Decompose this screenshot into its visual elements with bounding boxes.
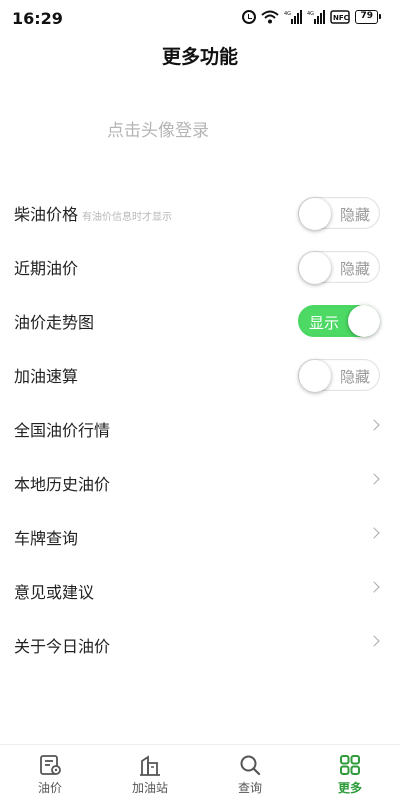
login-prompt[interactable]: 点击头像登录: [0, 116, 316, 141]
nav-row-local-history[interactable]: 本地历史油价: [0, 456, 400, 510]
nfc-icon: NFC: [330, 10, 351, 24]
setting-row-recent-price: 近期油价 隐藏: [0, 240, 400, 294]
tab-label: 更多: [337, 781, 362, 795]
setting-row-diesel-price: 柴油价格 有油价信息时才显示 隐藏: [0, 186, 400, 240]
toggle-state-label: 隐藏: [339, 368, 370, 386]
setting-row-price-trend: 油价走势图 显示: [0, 294, 400, 348]
page-title: 更多功能: [161, 46, 238, 68]
chevron-right-icon: [368, 419, 380, 431]
settings-list: 柴油价格 有油价信息时才显示 隐藏 近期油价 隐藏 油价走势图 显示 加油速算 隐…: [0, 186, 400, 672]
status-icons: 4G 4G NFC 79: [242, 10, 381, 24]
toggle-state-label: 隐藏: [339, 260, 370, 278]
toggle-knob: [299, 198, 331, 230]
status-bar: 16:29 4G 4G NFC 79: [0, 0, 400, 36]
cell-signal-2-icon: 4G: [307, 10, 326, 24]
tab-search[interactable]: 查询: [200, 745, 300, 800]
signal-2-text: 4G: [307, 11, 314, 17]
nfc-text: NFC: [333, 14, 349, 22]
national-price-label: 全国油价行情: [14, 421, 111, 440]
grid-more-icon: [340, 755, 360, 775]
chevron-right-icon: [368, 527, 380, 539]
login-area[interactable]: 点击头像登录: [0, 90, 400, 170]
nav-row-feedback[interactable]: 意见或建议: [0, 564, 400, 618]
nav-row-about[interactable]: 关于今日油价: [0, 618, 400, 672]
gas-station-icon: [140, 755, 160, 776]
price-trend-toggle[interactable]: 显示: [298, 305, 380, 337]
diesel-price-label: 柴油价格: [14, 205, 79, 224]
tab-more[interactable]: 更多: [300, 745, 400, 800]
about-label: 关于今日油价: [14, 637, 111, 656]
fuel-calc-label: 加油速算: [14, 367, 79, 386]
chevron-right-icon: [368, 581, 380, 593]
fuel-calc-toggle[interactable]: 隐藏: [298, 359, 380, 392]
signal-1-text: 4G: [284, 11, 291, 17]
toggle-knob: [348, 305, 380, 337]
feedback-label: 意见或建议: [14, 583, 95, 602]
tab-fuel-price[interactable]: 油价: [0, 745, 100, 800]
toggle-state-label: 隐藏: [339, 206, 370, 224]
setting-label: 柴油价格 有油价信息时才显示: [14, 201, 172, 225]
nav-row-plate-lookup[interactable]: 车牌查询: [0, 510, 400, 564]
plate-lookup-label: 车牌查询: [14, 529, 79, 548]
toggle-knob: [299, 360, 331, 392]
setting-row-fuel-calc: 加油速算 隐藏: [0, 348, 400, 402]
bottom-tab-bar: 油价 加油站 查询 更多: [0, 744, 400, 800]
recent-price-label: 近期油价: [14, 259, 79, 278]
tab-label: 加油站: [131, 781, 168, 795]
fuel-price-icon: [40, 755, 61, 775]
battery-icon: 79: [355, 10, 381, 24]
nav-row-national-price[interactable]: 全国油价行情: [0, 402, 400, 456]
chevron-right-icon: [368, 635, 380, 647]
tab-label: 查询: [237, 781, 262, 795]
price-trend-label: 油价走势图: [14, 313, 95, 332]
toggle-state-label: 显示: [309, 314, 340, 332]
toggle-knob: [299, 252, 331, 284]
tab-label: 油价: [37, 781, 62, 795]
cell-signal-1-icon: 4G: [284, 10, 303, 24]
search-icon: [240, 755, 261, 776]
alarm-icon: [242, 10, 257, 24]
chevron-right-icon: [368, 473, 380, 485]
local-history-label: 本地历史油价: [14, 475, 111, 494]
diesel-price-hint: 有油价信息时才显示: [82, 212, 173, 223]
wifi-icon: [261, 10, 280, 24]
diesel-price-toggle[interactable]: 隐藏: [298, 197, 380, 230]
status-time: 16:29: [12, 9, 63, 28]
recent-price-toggle[interactable]: 隐藏: [298, 251, 380, 284]
tab-gas-station[interactable]: 加油站: [100, 745, 200, 800]
